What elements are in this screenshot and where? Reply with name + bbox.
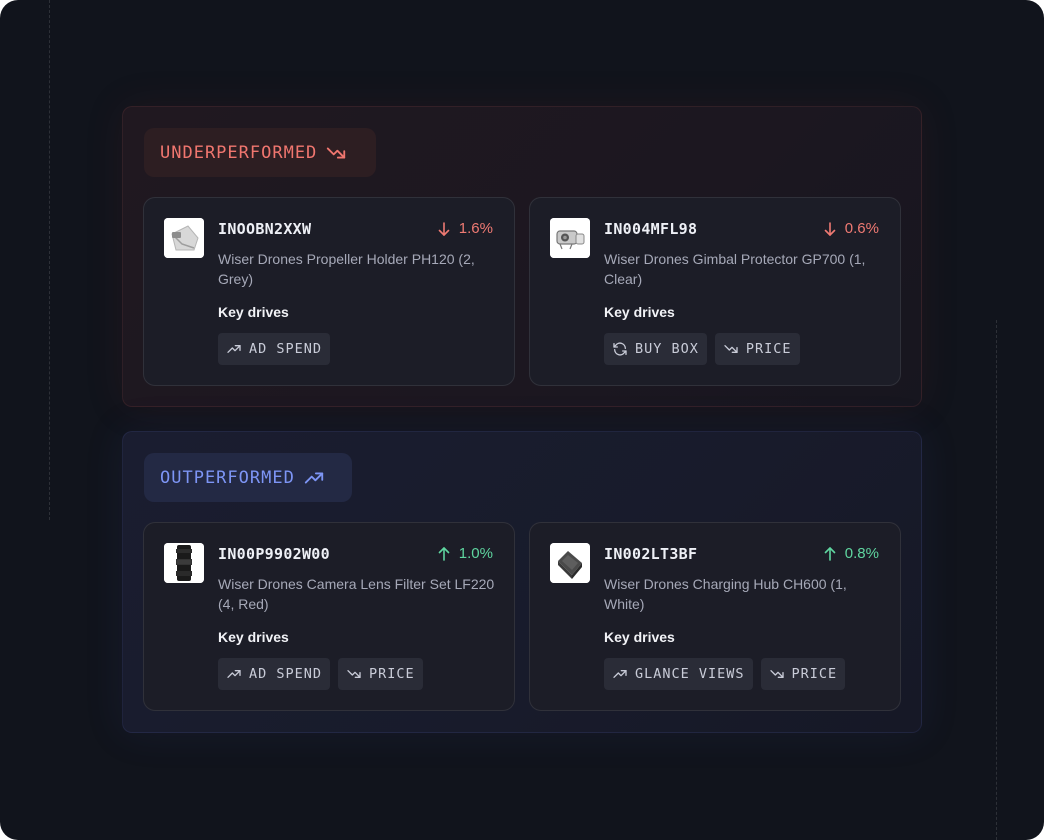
gimbal-protector-image: [550, 218, 590, 258]
arrow-down-icon: [824, 222, 836, 236]
trending-up-icon: [227, 670, 241, 678]
dashboard-frame: UNDERPERFORMED INOOBN2XXW 1.6% Wiser Dro…: [0, 0, 1044, 840]
product-asin: IN004MFL98: [604, 220, 698, 238]
product-asin: INOOBN2XXW: [218, 220, 312, 238]
tag-label: BUY BOX: [635, 341, 699, 357]
product-description: Wiser Drones Gimbal Protector GP700 (1, …: [604, 251, 866, 287]
performance-delta: 1.6%: [438, 218, 493, 240]
dashed-guide-left: [49, 0, 50, 520]
arrow-down-icon: [438, 222, 450, 236]
refresh-icon: [613, 342, 627, 356]
product-description: Wiser Drones Propeller Holder PH120 (2, …: [218, 251, 475, 287]
product-thumbnail: [550, 543, 590, 583]
product-thumbnail: [164, 543, 204, 583]
delta-value: 1.0%: [458, 545, 493, 562]
trending-down-icon: [347, 670, 361, 678]
key-drives-label: Key drives: [604, 304, 675, 320]
product-card[interactable]: INOOBN2XXW 1.6% Wiser Drones Propeller H…: [143, 197, 515, 386]
product-asin: IN00P9902W00: [218, 545, 330, 563]
key-drive-tag[interactable]: PRICE: [714, 333, 800, 365]
propeller-holder-image: [164, 218, 204, 258]
trending-up-icon: [227, 345, 241, 353]
delta-value: 0.6%: [844, 220, 879, 237]
product-card[interactable]: IN002LT3BF 0.8% Wiser Drones Charging Hu…: [529, 522, 901, 711]
trending-down-icon: [769, 670, 784, 678]
underperformed-section: UNDERPERFORMED INOOBN2XXW 1.6% Wiser Dro…: [122, 106, 922, 407]
product-description: Wiser Drones Camera Lens Filter Set LF22…: [218, 576, 495, 612]
key-drives-tags: AD SPEND: [218, 333, 331, 365]
tag-label: PRICE: [745, 341, 792, 357]
performance-delta: 0.8%: [824, 543, 879, 565]
product-description: Wiser Drones Charging Hub CH600 (1, Whit…: [604, 576, 847, 612]
trending-up-icon: [613, 670, 627, 678]
key-drive-tag[interactable]: PRICE: [338, 658, 423, 690]
camera-lens-image: [164, 543, 204, 583]
performance-delta: 0.6%: [824, 218, 879, 240]
arrow-up-icon: [438, 547, 450, 561]
product-card[interactable]: IN00P9902W00 1.0% Wiser Drones Camera Le…: [143, 522, 515, 711]
product-card[interactable]: IN004MFL98 0.6% Wiser Drones Gimbal Prot…: [529, 197, 901, 386]
key-drive-tag[interactable]: GLANCE VIEWS: [604, 658, 753, 690]
dashed-guide-right: [996, 320, 997, 840]
section-label: OUTPERFORMED: [160, 467, 295, 488]
trending-down-icon: [327, 147, 346, 158]
trending-down-icon: [724, 345, 738, 353]
key-drive-tag[interactable]: PRICE: [760, 658, 846, 690]
outperformed-section: OUTPERFORMED IN00P9902W00 1.0% Wiser Dro…: [122, 431, 922, 733]
charging-hub-image: [550, 543, 590, 583]
trending-up-icon: [304, 472, 323, 483]
tag-label: AD SPEND: [249, 341, 323, 357]
tag-label: PRICE: [791, 666, 838, 682]
performance-delta: 1.0%: [438, 543, 493, 565]
key-drives-tags: AD SPEND PRICE: [218, 658, 423, 690]
key-drive-tag[interactable]: BUY BOX: [604, 333, 707, 365]
delta-value: 1.6%: [458, 220, 493, 237]
underperformed-badge: UNDERPERFORMED: [144, 128, 376, 177]
key-drives-label: Key drives: [604, 629, 675, 645]
key-drive-tag[interactable]: AD SPEND: [218, 333, 331, 365]
tag-label: GLANCE VIEWS: [635, 666, 745, 682]
product-asin: IN002LT3BF: [604, 545, 698, 563]
tag-label: AD SPEND: [249, 666, 323, 682]
outperformed-badge: OUTPERFORMED: [144, 453, 352, 502]
tag-label: PRICE: [369, 666, 415, 682]
section-label: UNDERPERFORMED: [160, 142, 318, 163]
key-drive-tag[interactable]: AD SPEND: [218, 658, 331, 690]
product-thumbnail: [550, 218, 590, 258]
delta-value: 0.8%: [844, 545, 879, 562]
key-drives-label: Key drives: [218, 304, 289, 320]
product-thumbnail: [164, 218, 204, 258]
key-drives-tags: GLANCE VIEWS PRICE: [604, 658, 846, 690]
key-drives-tags: BUY BOX PRICE: [604, 333, 800, 365]
arrow-up-icon: [824, 547, 836, 561]
key-drives-label: Key drives: [218, 629, 289, 645]
